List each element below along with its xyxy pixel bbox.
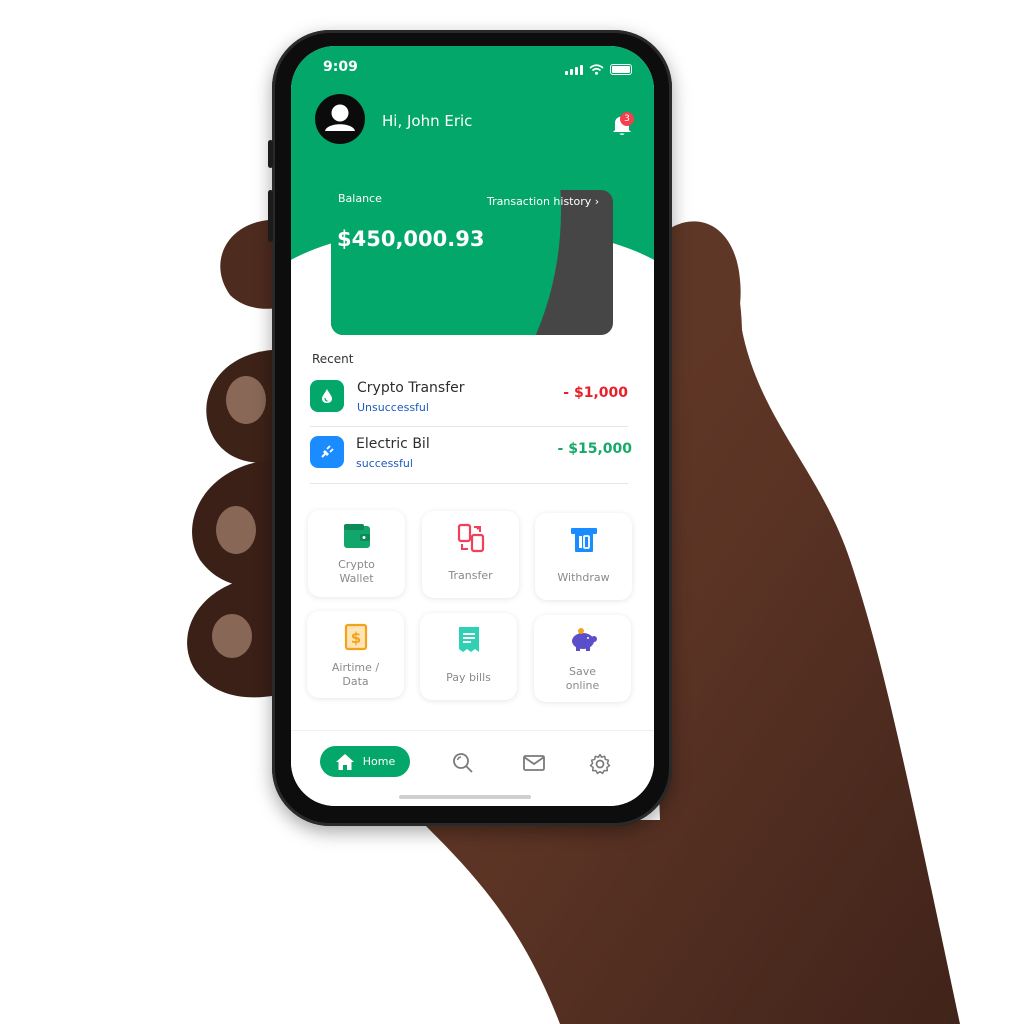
service-tile-airtime-data[interactable]: $ Airtime / Data [307,611,404,698]
service-tile-crypto-wallet[interactable]: Crypto Wallet [308,510,405,597]
settings-icon[interactable] [588,752,612,776]
electric-plug-icon [321,445,334,458]
recent-title: Recent [312,352,354,366]
transaction-row[interactable]: Crypto Transfer Unsuccessful - $1,000 [310,374,630,428]
phone-side-button [268,140,273,168]
status-time: 9:09 [323,59,358,75]
divider [310,483,628,484]
wifi-icon [589,64,604,75]
atm-icon [570,528,597,552]
tile-label: Save online [565,665,600,692]
transfer-icon [457,523,484,553]
avatar[interactable] [315,94,365,144]
txn-amount: - $1,000 [563,385,628,401]
tile-icon-wrap [420,625,517,655]
status-icons [565,64,632,75]
service-tile-save-online[interactable]: Save online [534,615,631,702]
transaction-row[interactable]: Electric Bil successful - $15,000 [310,430,632,484]
tile-icon-wrap [422,523,519,553]
piggy-bank-icon [571,628,597,651]
txn-name: Crypto Transfer [357,380,465,396]
balance-label: Balance [338,192,382,205]
nav-home-label: Home [362,755,396,768]
search-icon[interactable] [451,751,475,775]
greeting-text: Hi, John Eric [382,112,473,130]
notification-badge: 3 [620,112,634,126]
phone-screen: 9:09 Hi, John Eric 3 Balance $450,000.93… [291,46,654,806]
tile-label: Transfer [448,569,493,582]
dollar-card-icon: $ [344,623,367,651]
signal-icon [565,65,583,75]
tile-icon-wrap [308,522,405,552]
home-indicator [399,795,531,799]
card-green-shape [331,190,561,335]
txn-icon-bg [310,436,344,468]
txn-status: Unsuccessful [357,401,429,414]
balance-card[interactable] [331,190,613,335]
balance-value: $450,000.93 [337,227,485,251]
divider [310,426,628,427]
transaction-history-link[interactable]: Transaction history › [487,195,599,208]
nav-home-button[interactable]: Home [320,746,410,777]
tile-icon-wrap [534,627,631,657]
txn-name: Electric Bil [356,436,430,452]
tile-label: Crypto Wallet [338,558,375,585]
service-tile-transfer[interactable]: Transfer [422,511,519,598]
mail-icon[interactable] [522,751,546,775]
wallet-icon [343,524,370,548]
service-tile-pay-bills[interactable]: Pay bills [420,613,517,700]
svg-text:$: $ [350,629,360,647]
phone-side-button [268,190,273,242]
txn-status: successful [356,457,413,470]
txn-icon-bg [310,380,344,412]
crypto-drop-icon [322,389,332,403]
tile-label: Withdraw [557,571,610,584]
tile-label: Airtime / Data [331,661,380,688]
tile-label: Pay bills [446,671,491,684]
battery-icon [610,64,632,75]
home-icon [335,753,354,770]
user-icon [325,104,355,131]
receipt-icon [458,627,479,652]
tile-icon-wrap [535,525,632,555]
tile-icon-wrap: $ [307,623,404,653]
service-tile-withdraw[interactable]: Withdraw [535,513,632,600]
txn-amount: - $15,000 [557,441,632,457]
